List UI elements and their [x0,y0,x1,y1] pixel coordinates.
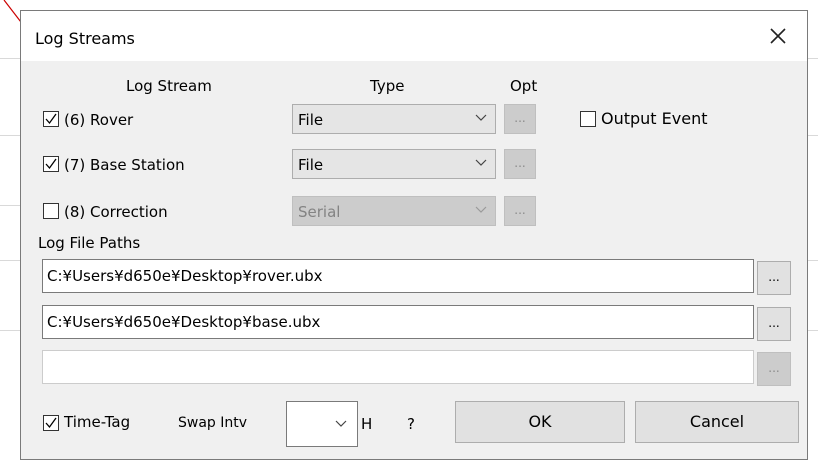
time-tag-label[interactable]: Time-Tag [64,413,130,431]
correction-opt-button[interactable]: ... [504,196,536,226]
correction-type-select[interactable]: Serial [292,196,496,226]
background-gridline [808,58,818,59]
correction-checkbox[interactable] [43,203,59,219]
rover-opt-button[interactable]: ... [504,104,536,134]
base-station-type-select[interactable]: File [292,149,496,179]
background-gridline [0,260,20,261]
title-bar: Log Streams [21,11,807,61]
log-streams-dialog: Log Streams Log Stream Type Opt (6) Rove… [20,10,808,460]
swap-interval-label: Swap Intv [178,415,248,431]
rover-label[interactable]: (6) Rover [64,111,133,129]
base-path-browse-button[interactable]: ... [757,307,791,341]
rover-path-value: C:¥Users¥d650e¥Desktop¥rover.ubx [47,267,323,285]
base-path-input[interactable]: C:¥Users¥d650e¥Desktop¥base.ubx [42,305,754,339]
help-label[interactable]: ? [407,415,415,433]
swap-interval-select[interactable] [286,401,358,447]
rover-checkbox[interactable] [43,111,59,127]
time-tag-checkbox[interactable] [43,415,59,431]
rover-path-input[interactable]: C:¥Users¥d650e¥Desktop¥rover.ubx [42,259,754,293]
rover-type-select[interactable]: File [292,104,496,134]
chevron-down-icon [475,114,487,121]
background-gridline [0,205,20,206]
dialog-title: Log Streams [35,29,135,48]
close-icon[interactable] [767,25,789,47]
correction-path-browse-button[interactable]: ... [757,352,791,386]
chevron-down-icon [335,420,347,427]
output-event-checkbox[interactable] [580,111,596,127]
chevron-down-icon [475,206,487,213]
header-type: Type [370,77,405,95]
output-event-label[interactable]: Output Event [601,109,708,128]
cancel-button[interactable]: Cancel [635,401,799,443]
correction-type-value: Serial [298,203,341,221]
base-path-value: C:¥Users¥d650e¥Desktop¥base.ubx [47,313,321,331]
correction-path-input[interactable] [42,350,754,384]
ok-button[interactable]: OK [455,401,625,443]
base-station-opt-button[interactable]: ... [504,149,536,179]
unit-label: H [361,415,373,433]
correction-label[interactable]: (8) Correction [64,203,168,221]
background-gridline [0,58,20,59]
background-gridline [0,135,20,136]
background-gridline [0,330,20,331]
background-gridline [808,330,818,331]
background-gridline [808,260,818,261]
base-station-type-value: File [298,156,324,174]
log-file-paths-label: Log File Paths [38,234,141,252]
header-log-stream: Log Stream [126,77,212,95]
chevron-down-icon [475,159,487,166]
background-gridline [808,135,818,136]
header-opt: Opt [510,77,538,95]
base-station-checkbox[interactable] [43,156,59,172]
rover-type-value: File [298,111,324,129]
rover-path-browse-button[interactable]: ... [757,261,791,295]
base-station-label[interactable]: (7) Base Station [64,156,185,174]
